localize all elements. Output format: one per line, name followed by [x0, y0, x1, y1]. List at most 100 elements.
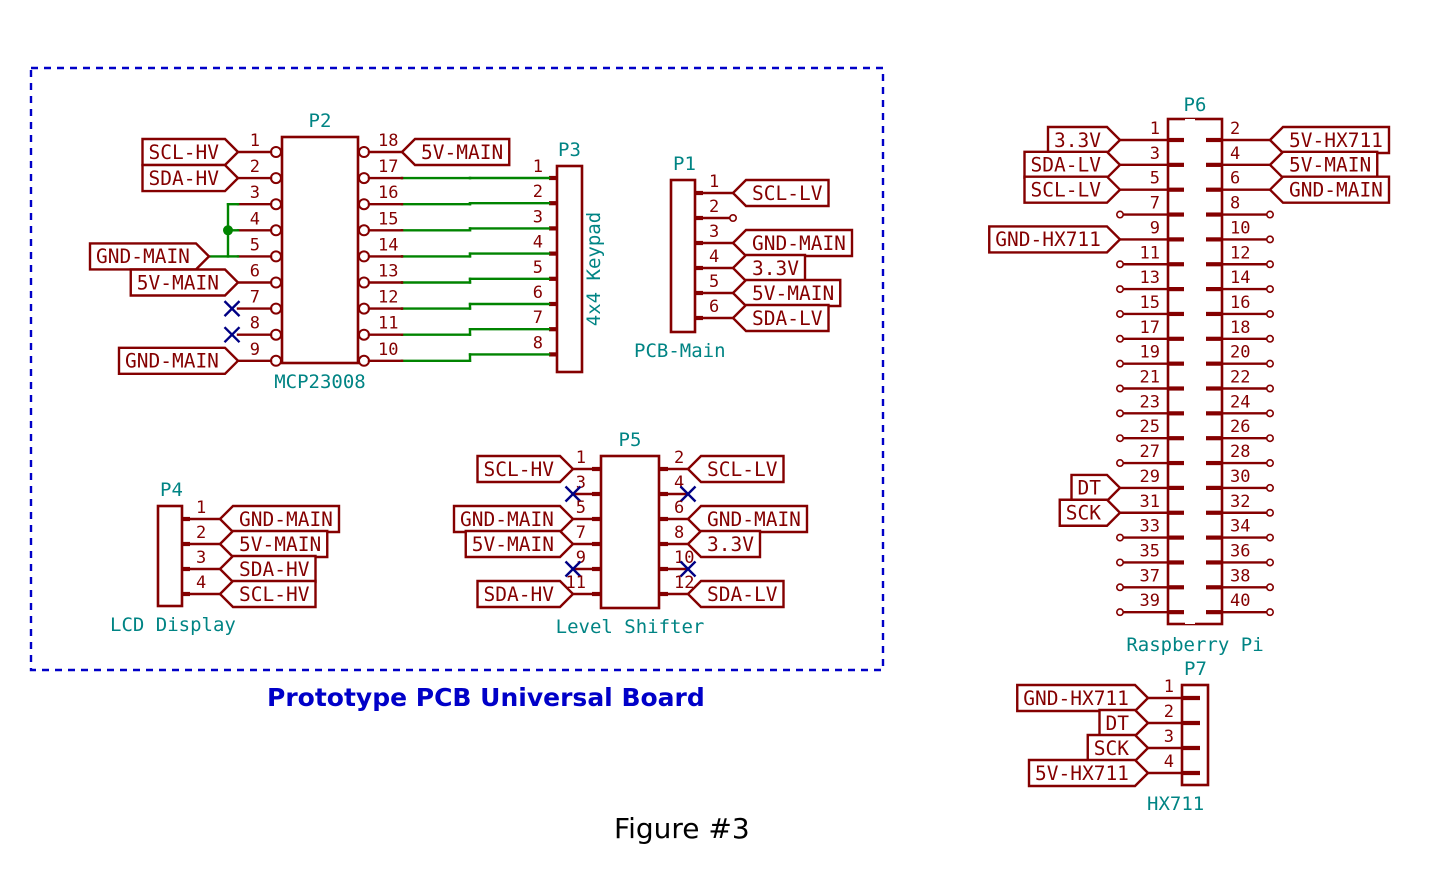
- net-label-text: SDA-LV: [1031, 154, 1102, 177]
- pin-number-p6: 39: [1140, 591, 1160, 611]
- component-body-p2: [280, 135, 360, 365]
- unconnected-pin-dot: [1116, 359, 1125, 368]
- pin-circle-p2: [270, 328, 282, 341]
- pin-number-p6: 32: [1230, 492, 1250, 512]
- net-label-gnd-main: GND-MAIN: [452, 504, 575, 534]
- value-p5: Level Shifter: [556, 616, 705, 638]
- pin-circle-p2: [270, 302, 282, 315]
- pin-number-p6: 4: [1230, 144, 1240, 164]
- net-label-gnd-main: GND-MAIN: [117, 346, 240, 375]
- net-label-text: GND-MAIN: [239, 508, 333, 531]
- pin-number-p6: 20: [1230, 343, 1250, 363]
- net-label-gnd-main: GND-MAIN: [218, 504, 341, 534]
- unconnected-pin-dot: [1266, 409, 1275, 418]
- net-label-sck: SCK: [1058, 498, 1122, 527]
- pin-number-p6: 14: [1230, 268, 1250, 288]
- net-label-gnd-main: GND-MAIN: [1268, 175, 1391, 204]
- net-label-5v-main: 5V-MAIN: [464, 529, 575, 559]
- net-label-gnd-hx711: GND-HX711: [988, 225, 1122, 254]
- net-label-text: 3.3V: [1054, 129, 1101, 152]
- net-label-text: GND-MAIN: [460, 508, 554, 531]
- net-label-text: GND-HX711: [1023, 687, 1129, 710]
- net-label-text: SCL-LV: [1031, 179, 1102, 202]
- net-label-scl-hv: SCL-HV: [218, 579, 317, 609]
- net-label-sda-hv: SDA-HV: [218, 554, 317, 584]
- pin-number-p2: 3: [250, 183, 260, 203]
- net-label-gnd-hx711: GND-HX711: [1016, 683, 1150, 713]
- pin-number-p6: 10: [1230, 218, 1250, 238]
- unconnected-pin-dot: [1266, 483, 1275, 492]
- pin-number-p2: 7: [250, 288, 260, 308]
- pin-number-p1: 5: [709, 272, 719, 292]
- pin-number-p2: 9: [250, 340, 260, 360]
- unconnected-pin-dot: [1116, 459, 1125, 468]
- pin-number-p6: 7: [1150, 194, 1160, 214]
- pin-number-p6: 5: [1150, 169, 1160, 189]
- pin-circle-p2: [270, 250, 282, 263]
- net-label-3-3v: 3.3V: [1046, 125, 1122, 155]
- pin-number-p3: 4: [533, 233, 543, 253]
- pin-number-p2: 17: [378, 157, 398, 177]
- pin-number-p6: 30: [1230, 467, 1250, 487]
- net-label-5v-hx711: 5V-HX711: [1268, 125, 1391, 155]
- unconnected-pin-dot: [1116, 558, 1125, 567]
- unconnected-pin-dot: [1266, 459, 1275, 468]
- schematic-svg: P2MCP230081 182 173 164 155 146 137 128 119 10SCL…: [29, 66, 1391, 815]
- pin-number-p6: 23: [1140, 392, 1160, 412]
- unconnected-pin-dot: [1266, 583, 1275, 592]
- value-p4: LCD Display: [110, 614, 236, 636]
- pin-number-p6: 8: [1230, 194, 1240, 214]
- net-label-scl-lv: SCL-LV: [1023, 175, 1122, 204]
- net-label-text: GND-MAIN: [707, 508, 801, 531]
- pin-number-p2: 12: [378, 288, 398, 308]
- pin-number-p1: 4: [709, 247, 719, 267]
- pin-number-p2: 13: [378, 262, 398, 282]
- net-label-text: 5V-MAIN: [239, 533, 321, 556]
- pin-circle-p2: [358, 354, 370, 367]
- unconnected-pin-dot: [1266, 508, 1275, 517]
- pin-number-p7: 1: [1164, 677, 1174, 697]
- schematic-canvas: P2 MCP23008 1 18 2 17 3 16 4 15 5 14 6 13 7 12 8 11 9 10 SCL…: [0, 0, 1440, 874]
- pin-circle-p2: [358, 250, 370, 263]
- pin-number-p5: 5: [576, 498, 586, 518]
- net-label-text: SDA-HV: [239, 558, 310, 581]
- unconnected-pin-dot: [1116, 409, 1125, 418]
- unconnected-pin-dot: [1266, 334, 1275, 343]
- pin-number-p6: 36: [1230, 541, 1250, 561]
- net-label-text: 5V-HX711: [1035, 762, 1129, 785]
- net-label-gnd-main: GND-MAIN: [88, 242, 211, 271]
- value-p6: Raspberry Pi: [1126, 634, 1263, 656]
- reference-p3: P3: [558, 139, 581, 161]
- net-label-5v-main: 5V-MAIN: [1268, 150, 1379, 180]
- net-label-dt: DT: [1070, 473, 1122, 503]
- reference-p5: P5: [619, 429, 642, 451]
- unconnected-pin-dot: [1116, 210, 1125, 219]
- unconnected-pin-dot: [1266, 608, 1275, 617]
- pin-number-p6: 25: [1140, 417, 1160, 437]
- pin-number-p4: 2: [196, 523, 206, 543]
- pin-number-p1: 1: [709, 172, 719, 192]
- pin-number-p6: 22: [1230, 368, 1250, 388]
- net-label-text: 5V-MAIN: [752, 282, 834, 305]
- net-label-text: SCL-HV: [149, 141, 220, 164]
- pin-circle-p2: [358, 146, 370, 158]
- net-label-text: SDA-HV: [149, 167, 220, 190]
- value-p7: HX711: [1147, 793, 1204, 815]
- value-p2: MCP23008: [274, 371, 366, 393]
- net-label-scl-lv: SCL-LV: [686, 454, 785, 484]
- net-label-scl-lv: SCL-LV: [731, 178, 830, 208]
- unconnected-pin-dot: [1116, 533, 1125, 542]
- net-label-text: SDA-LV: [752, 307, 823, 330]
- pin-number-p1: 3: [709, 222, 719, 242]
- pin-number-p3: 1: [533, 157, 543, 177]
- pin-number-p6: 11: [1140, 243, 1160, 263]
- net-label-sda-lv: SDA-LV: [1023, 150, 1122, 180]
- pin-number-p2: 14: [378, 235, 398, 255]
- pin-circle-p2: [270, 146, 282, 158]
- unconnected-pin-dot: [1266, 210, 1275, 219]
- reference-p1: P1: [673, 153, 696, 175]
- unconnected-pin-dot: [1116, 434, 1125, 443]
- net-label-5v-main: 5V-MAIN: [218, 529, 329, 559]
- pin-number-p2: 2: [250, 157, 260, 177]
- pin-number-p2: 10: [378, 340, 398, 360]
